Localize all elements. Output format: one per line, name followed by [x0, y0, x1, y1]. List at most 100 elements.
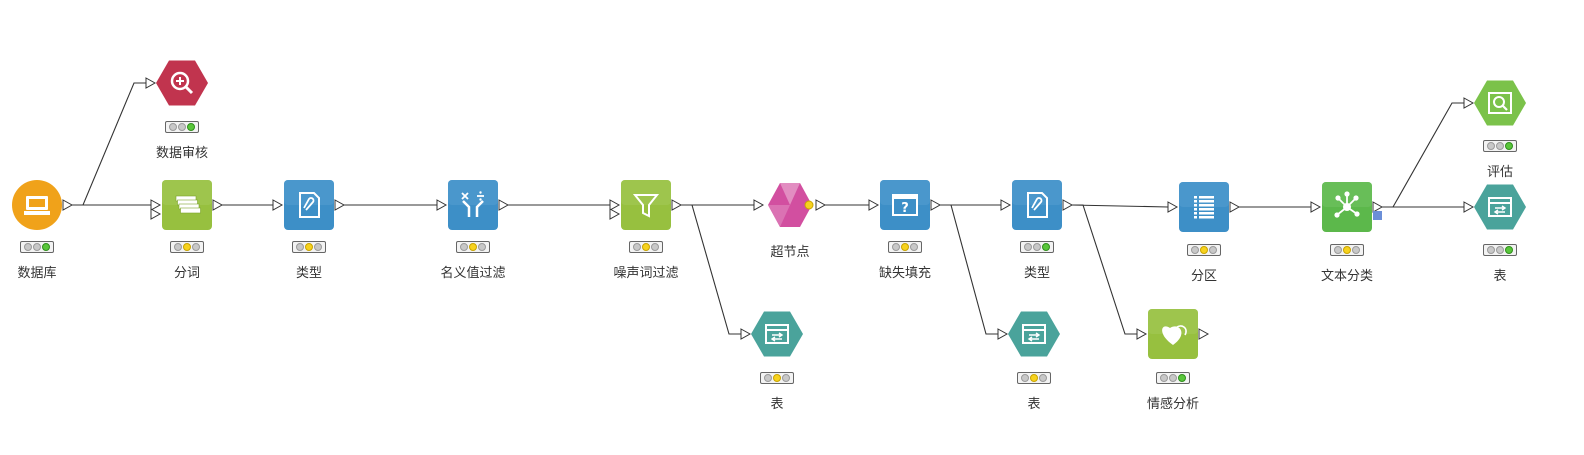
output-port-type1[interactable] — [334, 199, 346, 211]
input-port-sentiment[interactable] — [1136, 328, 1148, 340]
connection-line-noise-table1[interactable] — [680, 204, 741, 335]
status-light — [1486, 246, 1495, 254]
output-port-partition[interactable] — [1229, 201, 1241, 213]
status-light — [459, 243, 468, 251]
node-label-type2: 类型 — [1023, 266, 1051, 281]
node-fill[interactable]: ? — [880, 180, 930, 230]
node-label-audit: 数据审核 — [155, 146, 209, 161]
node-partition[interactable] — [1179, 182, 1229, 232]
input-port-type2[interactable] — [1000, 199, 1012, 211]
input-port-fill[interactable] — [868, 199, 880, 211]
status-light — [772, 374, 781, 382]
connection-line-fill-table2[interactable] — [939, 204, 998, 335]
status-indicator-table3 — [1483, 244, 1517, 256]
node-label-db: 数据库 — [17, 266, 57, 281]
status-light — [304, 243, 313, 251]
input-port-type1[interactable] — [272, 199, 284, 211]
node-table2[interactable] — [1008, 311, 1060, 357]
status-light — [1495, 142, 1504, 150]
output-port-seg[interactable] — [212, 199, 224, 211]
node-sentiment[interactable] — [1148, 309, 1198, 359]
output-port-type2[interactable] — [1062, 199, 1074, 211]
node-noise[interactable] — [621, 180, 671, 230]
node-audit[interactable] — [156, 60, 208, 106]
status-indicator-table2 — [1017, 372, 1051, 384]
node-table1[interactable] — [751, 311, 803, 357]
input-port-nominal[interactable] — [436, 199, 448, 211]
zoom-in-node-shape[interactable] — [156, 60, 208, 106]
status-light — [1032, 243, 1041, 251]
connection-line-type2-partition[interactable] — [1070, 204, 1169, 208]
status-indicator-sentiment — [1156, 372, 1190, 384]
workflow-canvas[interactable]: ? 数据库 数据审核 分词 类型 名义值过滤 噪声词过滤表超节点 缺失填充 类型表分区 情感分析… — [0, 0, 1584, 455]
magnifier-window-node-shape[interactable] — [1474, 80, 1526, 126]
status-indicator-textcls — [1330, 244, 1364, 256]
status-light — [1190, 246, 1199, 254]
node-label-nominal: 名义值过滤 — [440, 266, 506, 281]
database-icon — [24, 196, 50, 215]
status-light — [42, 243, 51, 251]
node-super[interactable] — [768, 183, 814, 227]
node-nominal[interactable] — [448, 180, 498, 230]
status-light — [632, 243, 641, 251]
input-port-super[interactable] — [753, 199, 765, 211]
status-indicator-audit — [165, 121, 199, 133]
node-type1[interactable] — [284, 180, 334, 230]
status-light — [314, 243, 323, 251]
status-indicator-seg — [170, 241, 204, 253]
selection-handle[interactable] — [1373, 211, 1382, 220]
status-light — [891, 243, 900, 251]
status-indicator-eval — [1483, 140, 1517, 152]
status-light — [651, 243, 660, 251]
status-light — [1342, 246, 1351, 254]
input-port-partition[interactable] — [1167, 201, 1179, 213]
output-port-sentiment[interactable] — [1198, 328, 1210, 340]
status-light — [1495, 246, 1504, 254]
input-port-table1[interactable] — [740, 328, 752, 340]
input-port-seg[interactable] — [150, 199, 162, 211]
status-light — [910, 243, 919, 251]
status-light — [782, 374, 791, 382]
status-light — [1352, 246, 1361, 254]
node-type2[interactable] — [1012, 180, 1062, 230]
output-port-nominal[interactable] — [498, 199, 510, 211]
status-indicator-type1 — [292, 241, 326, 253]
input-port-2-seg[interactable] — [150, 208, 162, 220]
node-textcls[interactable] — [1322, 182, 1372, 232]
output-port-noise[interactable] — [671, 199, 683, 211]
output-port-fill[interactable] — [930, 199, 942, 211]
table-node-shape[interactable] — [751, 311, 803, 357]
node-db[interactable] — [12, 180, 62, 230]
node-label-table1: 表 — [770, 397, 784, 412]
node-table3[interactable] — [1474, 184, 1526, 230]
status-indicator-fill — [888, 241, 922, 253]
status-light — [295, 243, 304, 251]
connection-line-db-audit[interactable] — [71, 82, 146, 206]
input-port-2-noise[interactable] — [609, 208, 621, 220]
input-port-textcls[interactable] — [1310, 201, 1322, 213]
node-eval[interactable] — [1474, 80, 1526, 126]
node-label-type1: 类型 — [295, 266, 323, 281]
input-port-noise[interactable] — [609, 199, 621, 211]
connection-line-type2-sentiment[interactable] — [1071, 204, 1137, 335]
node-label-partition: 分区 — [1190, 269, 1218, 284]
node-label-table3: 表 — [1493, 269, 1507, 284]
input-port-eval[interactable] — [1463, 97, 1475, 109]
node-label-seg: 分词 — [173, 266, 201, 281]
status-light — [1042, 243, 1051, 251]
output-port-textcls[interactable] — [1372, 201, 1384, 213]
connection-line-textcls-eval[interactable] — [1381, 102, 1464, 208]
status-light — [1505, 246, 1514, 254]
status-light — [1168, 374, 1177, 382]
table-node-shape[interactable] — [1474, 184, 1526, 230]
node-label-noise: 噪声词过滤 — [613, 266, 679, 281]
input-port-audit[interactable] — [145, 77, 157, 89]
input-port-table2[interactable] — [997, 328, 1009, 340]
status-indicator-table1 — [760, 372, 794, 384]
node-seg[interactable] — [162, 180, 212, 230]
output-port-super[interactable] — [815, 199, 827, 211]
input-port-table3[interactable] — [1463, 201, 1475, 213]
table-node-shape[interactable] — [1008, 311, 1060, 357]
status-light — [1505, 142, 1514, 150]
output-port-db[interactable] — [62, 199, 74, 211]
